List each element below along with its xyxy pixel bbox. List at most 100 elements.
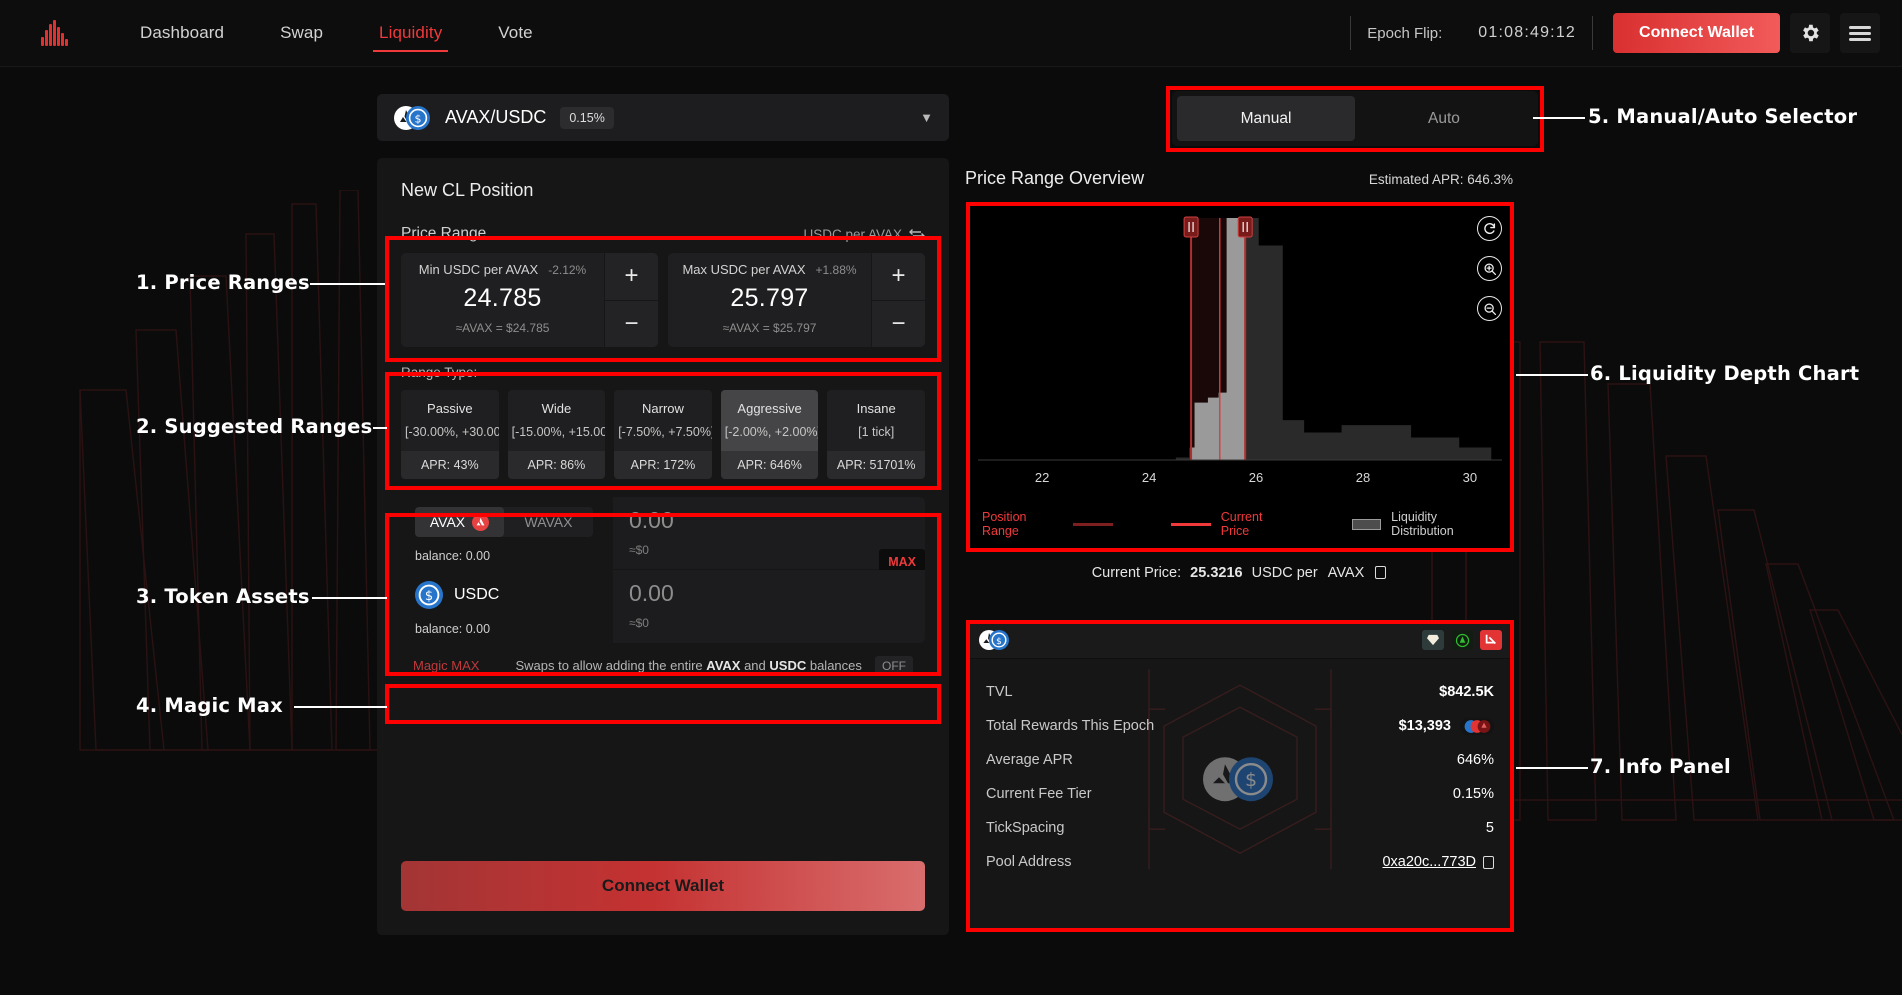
range-handle-max[interactable]	[1237, 216, 1253, 238]
token-option-wavax[interactable]: WAVAX	[504, 507, 593, 537]
min-price-decrement-button[interactable]: −	[605, 299, 658, 347]
nav-item-dashboard[interactable]: Dashboard	[112, 0, 252, 66]
max-price-header: Max USDC per AVAX +1.88%	[668, 262, 871, 277]
nav-label: Swap	[280, 23, 324, 42]
usdc-amount-cell: 0.00 ≈$0	[613, 570, 925, 643]
zoom-out-button[interactable]	[1477, 296, 1502, 321]
top-navigation-bar: Dashboard Swap Liquidity Vote Epoch Flip…	[0, 0, 1902, 67]
invert-price-toggle[interactable]: USDC per AVAX	[803, 227, 925, 242]
tab-manual[interactable]: Manual	[1177, 96, 1355, 141]
legend-position-range: Position Range	[982, 510, 1114, 538]
app-logo-icon[interactable]	[41, 20, 68, 46]
range-type-wide[interactable]: Wide [-15.00%, +15.00%] APR: 86%	[507, 390, 606, 479]
current-price-readout: Current Price: 25.3216 USDC per AVAX	[965, 565, 1513, 581]
info-key: Total Rewards This Epoch	[986, 718, 1155, 734]
nav-item-liquidity[interactable]: Liquidity	[351, 0, 470, 66]
info-value: 646%	[1456, 752, 1494, 768]
max-price-steppers: + −	[871, 253, 925, 347]
avax-wavax-toggle: AVAX WAVAX	[415, 507, 593, 537]
range-type-name: Wide	[541, 401, 572, 416]
copy-icon[interactable]	[1375, 566, 1387, 579]
max-price-decrement-button[interactable]: −	[872, 299, 925, 347]
range-type-passive[interactable]: Passive [-30.00%, +30.00%] APR: 43%	[401, 390, 499, 479]
annotation-label-3: 3. Token Assets	[136, 585, 310, 608]
max-price-box: Max USDC per AVAX +1.88% 25.797 ≈AVAX = $…	[668, 253, 925, 347]
current-price-value: 25.3216	[1190, 565, 1243, 581]
x-axis-tick-label: 26	[1249, 470, 1263, 485]
legend-swatch	[1352, 518, 1382, 530]
range-type-top: Passive [-30.00%, +30.00%]	[401, 390, 499, 451]
gem-badge-icon[interactable]	[1422, 630, 1444, 650]
annotation-line-6	[1516, 374, 1588, 376]
info-panel-body: $ TVL $842.5K Total Rewards This Epoch $…	[968, 659, 1512, 879]
nav-label: Dashboard	[140, 23, 225, 42]
reset-zoom-button[interactable]	[1477, 216, 1502, 241]
range-type-top: Wide [-15.00%, +15.00%]	[507, 390, 606, 451]
range-type-top: Narrow [-7.50%, +7.50%]	[614, 390, 712, 451]
info-row-average-apr: Average APR 646%	[986, 743, 1494, 777]
svg-text:$: $	[415, 112, 422, 125]
menu-button[interactable]	[1840, 13, 1880, 53]
min-price-main: Min USDC per AVAX -2.12% 24.785 ≈AVAX = $…	[401, 253, 604, 347]
tab-label: Auto	[1428, 109, 1460, 127]
info-value: 5	[1485, 820, 1494, 836]
chevron-down-icon[interactable]: ▼	[920, 110, 933, 125]
magic-desc-3: balances	[806, 658, 862, 673]
range-type-narrow[interactable]: Narrow [-7.50%, +7.50%] APR: 172%	[614, 390, 712, 479]
min-price-input[interactable]: 24.785	[401, 284, 604, 313]
tab-auto[interactable]: Auto	[1355, 96, 1533, 141]
usdc-token-label: USDC	[454, 586, 500, 603]
info-row-current-fee-tier: Current Fee Tier 0.15%	[986, 777, 1494, 811]
pair-token-icons: $	[394, 105, 430, 130]
protocol-badge-icon[interactable]	[1480, 630, 1502, 650]
token-row-left: $ USDC balance: 0.00	[401, 570, 613, 643]
tab-label: Manual	[1240, 109, 1292, 127]
avax-amount-input[interactable]: 0.00	[629, 507, 909, 534]
shield-badge-icon[interactable]	[1451, 630, 1473, 650]
settings-button[interactable]	[1790, 13, 1830, 53]
annotation-line-3	[312, 597, 387, 599]
divider	[1592, 16, 1594, 50]
range-type-bounds: [-7.50%, +7.50%]	[618, 425, 712, 439]
copy-icon[interactable]	[1483, 855, 1494, 869]
range-type-apr: APR: 51701%	[827, 451, 925, 479]
avax-amount-usd: ≈$0	[629, 543, 649, 557]
usdc-amount-input[interactable]: 0.00	[629, 580, 909, 607]
reward-icons-glyph	[1460, 717, 1494, 735]
annotation-line-2	[373, 427, 387, 429]
depth-chart-svg: 22 24 26 28 30	[978, 216, 1502, 485]
nav-item-vote[interactable]: Vote	[470, 0, 560, 66]
max-price-input[interactable]: 25.797	[668, 284, 871, 313]
connect-wallet-button-header[interactable]: Connect Wallet	[1613, 13, 1780, 53]
pool-address-link[interactable]: 0xa20c...773D	[1382, 854, 1476, 870]
legend-swatch	[1073, 522, 1114, 526]
zoom-out-icon	[1483, 302, 1496, 315]
zoom-in-icon	[1483, 262, 1496, 275]
info-value: $13,393	[1398, 718, 1451, 734]
range-type-bounds: [-15.00%, +15.00%]	[511, 425, 606, 439]
zoom-in-button[interactable]	[1477, 256, 1502, 281]
pair-selector[interactable]: $ AVAX/USDC 0.15% ▼	[377, 94, 949, 141]
min-price-delta: -2.12%	[548, 263, 587, 277]
max-price-increment-button[interactable]: +	[872, 253, 925, 300]
range-type-insane[interactable]: Insane [1 tick] APR: 51701%	[827, 390, 925, 479]
token-option-avax[interactable]: AVAX	[415, 507, 504, 537]
nav-item-swap[interactable]: Swap	[252, 0, 351, 66]
min-price-increment-button[interactable]: +	[605, 253, 658, 300]
range-type-apr: APR: 86%	[507, 451, 606, 479]
liquidity-depth-chart[interactable]: 22 24 26 28 30 Position Range Current Pr…	[968, 204, 1512, 550]
magic-max-toggle[interactable]: OFF	[875, 655, 913, 676]
annotation-label-7: 7. Info Panel	[1590, 755, 1731, 778]
range-type-bounds: [-2.00%, +2.00%]	[724, 425, 819, 439]
nav-label: Liquidity	[379, 23, 443, 42]
range-type-bounds: [-30.00%, +30.00%]	[405, 425, 499, 439]
x-axis-tick-label: 22	[1035, 470, 1049, 485]
range-type-aggressive[interactable]: Aggressive [-2.00%, +2.00%] APR: 646%	[720, 390, 819, 479]
avax-token-icon	[472, 513, 490, 531]
swap-arrows-icon	[909, 229, 925, 239]
connect-wallet-button-main[interactable]: Connect Wallet	[401, 861, 925, 911]
range-handle-min[interactable]	[1183, 216, 1199, 238]
usdc-balance: balance: 0.00	[415, 622, 491, 636]
annotation-label-5: 5. Manual/Auto Selector	[1588, 105, 1858, 128]
usdc-amount-usd: ≈$0	[629, 616, 649, 630]
